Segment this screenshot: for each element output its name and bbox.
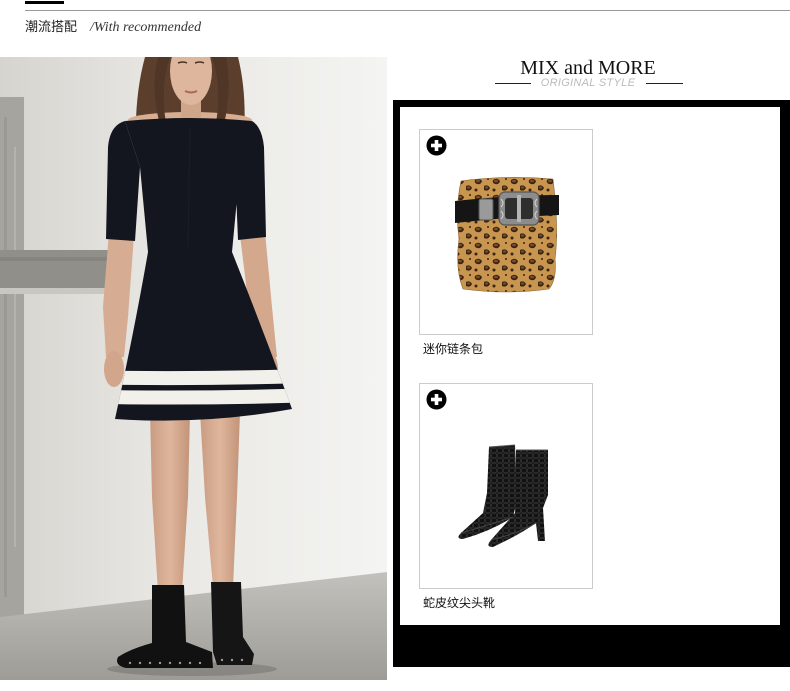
concrete-pillar [0,97,24,617]
concrete-beam [0,250,108,294]
product-card-bag[interactable] [419,129,593,335]
products-panel: 迷你链条包 蛇皮纹尖头靴 [400,107,780,625]
product-card-boots[interactable] [419,383,593,589]
product-image-bag [455,177,559,293]
plus-circle-icon[interactable] [426,135,447,156]
plus-circle-icon[interactable] [426,389,447,410]
header-accent-bar [25,1,64,4]
product-name-bag[interactable]: 迷你链条包 [423,342,483,356]
model-photo-illustration [0,57,387,680]
model-photo [0,57,387,680]
section-subtitle: /With recommended [90,20,202,35]
header-divider [25,10,790,11]
subtitle-rule-right [646,83,683,84]
section-title: 潮流搭配 [25,20,78,35]
product-image-boots [458,444,548,547]
products-frame: 迷你链条包 蛇皮纹尖头靴 [393,100,790,667]
product-name-boots[interactable]: 蛇皮纹尖头靴 [423,596,495,610]
